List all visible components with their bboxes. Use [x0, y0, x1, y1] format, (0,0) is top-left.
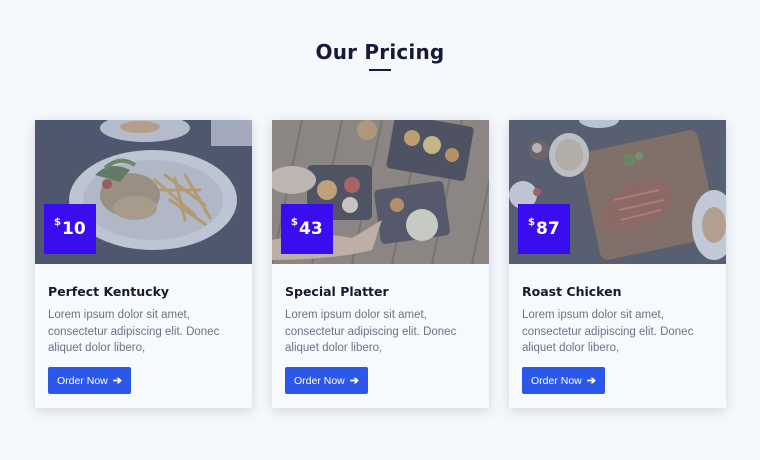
price-badge: $ 43 — [281, 204, 333, 254]
pricing-card-special-platter: $ 43 Special Platter Lorem ipsum dolor s… — [272, 120, 489, 408]
pricing-card-perfect-kentucky: $ 10 Perfect Kentucky Lorem ipsum dolor … — [35, 120, 252, 408]
order-now-label: Order Now — [57, 374, 108, 387]
price-amount: 87 — [536, 219, 560, 239]
order-now-button[interactable]: Order Now ➔ — [48, 367, 131, 394]
order-now-button[interactable]: Order Now ➔ — [522, 367, 605, 394]
price-amount: 10 — [62, 219, 86, 239]
card-title: Roast Chicken — [522, 284, 622, 299]
currency-symbol: $ — [291, 217, 298, 228]
price-amount: 43 — [299, 219, 323, 239]
card-title: Special Platter — [285, 284, 389, 299]
arrow-right-icon: ➔ — [349, 375, 359, 387]
card-description: Lorem ipsum dolor sit amet, consectetur … — [522, 309, 694, 354]
order-now-label: Order Now — [294, 374, 345, 387]
currency-symbol: $ — [54, 217, 61, 228]
arrow-right-icon: ➔ — [112, 375, 122, 387]
card-description: Lorem ipsum dolor sit amet, consectetur … — [48, 309, 220, 354]
price-badge: $ 10 — [44, 204, 96, 254]
currency-symbol: $ — [528, 217, 535, 228]
pricing-card-roast-chicken: $ 87 Roast Chicken Lorem ipsum dolor sit… — [509, 120, 726, 408]
section-title: Our Pricing — [315, 40, 445, 64]
arrow-right-icon: ➔ — [586, 375, 596, 387]
price-badge: $ 87 — [518, 204, 570, 254]
card-description: Lorem ipsum dolor sit amet, consectetur … — [285, 309, 457, 354]
title-underline — [369, 69, 391, 71]
order-now-button[interactable]: Order Now ➔ — [285, 367, 368, 394]
card-title: Perfect Kentucky — [48, 284, 170, 299]
order-now-label: Order Now — [531, 374, 582, 387]
